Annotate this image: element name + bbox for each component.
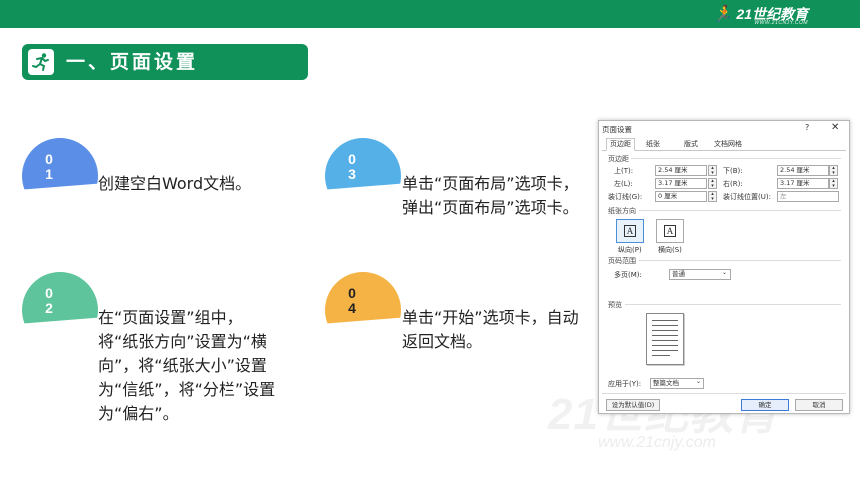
pages-section-label: 页码范围 [608, 257, 636, 265]
page-setup-dialog: 页面设置 ? ✕ 页边距 纸张 版式 文档网格 页边距 上(T): 2.54 厘… [598, 120, 850, 414]
gutter-stepper[interactable]: ▴ ▾ [708, 191, 717, 202]
landscape-option[interactable]: A [656, 219, 684, 243]
margins-section-label: 页边距 [608, 155, 629, 163]
dialog-title: 页面设置 [602, 125, 632, 134]
portrait-label: 纵向(P) [618, 246, 642, 254]
left-margin-field[interactable]: 3.17 厘米 [655, 178, 707, 189]
close-button[interactable]: ✕ [831, 122, 839, 133]
gutter-position-label: 装订线位置(U): [723, 193, 771, 201]
right-margin-stepper[interactable]: ▴ ▾ [829, 178, 838, 189]
left-margin-label: 左(L): [614, 180, 633, 188]
divider [602, 393, 846, 394]
section-title: 一、页面设置 [66, 51, 199, 73]
chevron-down-icon[interactable]: ⌄ [696, 378, 701, 385]
step-number-4: 04 [348, 285, 356, 316]
bottom-margin-field[interactable]: 2.54 厘米 [777, 165, 829, 176]
portrait-option[interactable]: A [616, 219, 644, 243]
step-number-2: 02 [45, 285, 53, 316]
page-preview [646, 313, 684, 365]
chevron-down-icon[interactable]: ⌄ [722, 269, 727, 276]
landscape-page-icon: A [663, 225, 677, 237]
tab-doc-grid[interactable]: 文档网格 [714, 139, 742, 149]
gutter-field[interactable]: 0 厘米 [655, 191, 707, 202]
step-number-3: 03 [348, 151, 356, 182]
right-margin-field[interactable]: 3.17 厘米 [777, 178, 829, 189]
cancel-button[interactable]: 取消 [795, 399, 843, 411]
left-margin-stepper[interactable]: ▴ ▾ [708, 178, 717, 189]
step-text-2: 在“页面设置”组中，将“纸张方向”设置为“横向”，将“纸张大小”设置为“信纸”，… [98, 308, 276, 423]
preview-section-label: 预览 [608, 301, 622, 309]
tab-layout[interactable]: 版式 [684, 139, 698, 149]
step-badge-4: 04 [325, 272, 401, 324]
set-default-button[interactable]: 设为默认值(D) [606, 399, 660, 411]
dialog-tabs: 页边距 纸张 版式 文档网格 [602, 138, 846, 151]
section-title-bar: 一、页面设置 [22, 44, 308, 80]
runner-icon [28, 49, 54, 75]
multiple-pages-label: 多页(M): [614, 271, 642, 279]
gutter-position-select[interactable]: 左 [777, 191, 839, 202]
divider [639, 210, 841, 211]
step-badge-3: 03 [325, 138, 401, 190]
logo-subtext: WWW.21CNJY.COM [754, 20, 808, 26]
divider [639, 260, 841, 261]
step-badge-1: 01 [22, 138, 98, 190]
gutter-label: 装订线(G): [608, 193, 643, 201]
tab-paper[interactable]: 纸张 [646, 139, 660, 149]
runner-icon: 🏃 [712, 6, 733, 23]
landscape-label: 横向(S) [658, 246, 682, 254]
step-text-4: 单击“开始”选项卡，自动返回文档。 [402, 308, 579, 351]
top-margin-label: 上(T): [614, 167, 634, 175]
right-margin-label: 右(R): [723, 180, 743, 188]
top-banner: 🏃 21世纪教育 WWW.21CNJY.COM [0, 0, 860, 28]
apply-to-label: 应用于(Y): [608, 380, 642, 388]
tab-margins[interactable]: 页边距 [606, 138, 635, 151]
orientation-section-label: 纸张方向 [608, 207, 636, 215]
help-button[interactable]: ? [805, 123, 809, 132]
top-margin-field[interactable]: 2.54 厘米 [655, 165, 707, 176]
watermark-url: www.21cnjy.com [598, 434, 716, 451]
portrait-page-icon: A [623, 225, 637, 237]
divider [631, 158, 841, 159]
step-text-3: 单击“页面布局”选项卡，弹出“页面布局”选项卡。 [402, 174, 579, 217]
bottom-margin-label: 下(B): [723, 167, 743, 175]
step-text-1: 创建空白Word文档。 [98, 174, 252, 193]
top-margin-stepper[interactable]: ▴ ▾ [708, 165, 717, 176]
ok-button[interactable]: 确定 [741, 399, 789, 411]
site-logo: 🏃 21世纪教育 WWW.21CNJY.COM [712, 4, 809, 26]
divider [625, 304, 841, 305]
bottom-margin-stepper[interactable]: ▴ ▾ [829, 165, 838, 176]
step-number-1: 01 [45, 151, 53, 182]
step-badge-2: 02 [22, 272, 98, 324]
